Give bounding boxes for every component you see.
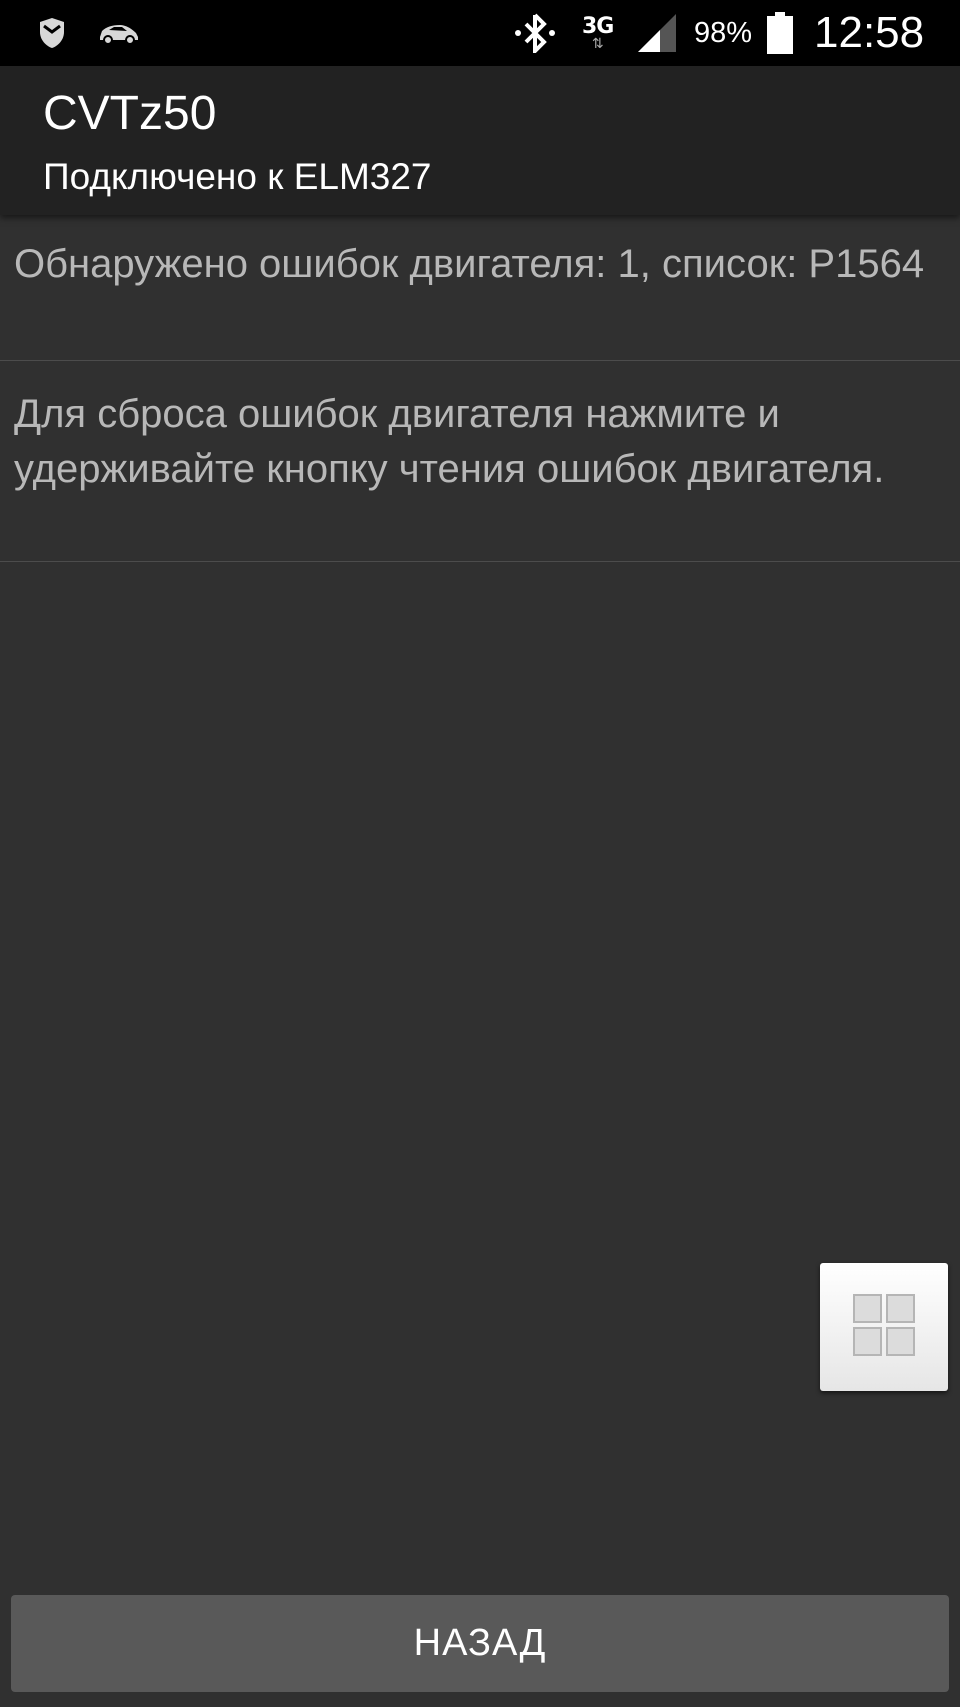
grid-menu-button[interactable] [820,1263,948,1391]
message-list: Обнаружено ошибок двигателя: 1, список: … [0,215,960,562]
battery-icon [766,0,794,66]
network-type-indicator: 3G ⇅ [582,0,614,66]
signal-icon [636,0,678,66]
network-type-label: 3G [582,13,614,39]
list-item-reset-hint[interactable]: Для сброса ошибок двигателя нажмите и уд… [0,361,960,562]
action-bar: CVTz50 Подключено к ELM327 [0,66,960,215]
grid-icon [852,1293,916,1361]
status-bar: 3G ⇅ 98% 12:58 [0,0,960,66]
battery-percent: 98% [694,16,753,49]
app-title: CVTz50 [43,87,217,140]
connection-status: Подключено к ELM327 [43,156,432,197]
back-button[interactable]: НАЗАД [11,1595,949,1692]
bluetooth-icon [512,0,558,66]
shield-icon [38,0,66,66]
clock: 12:58 [814,8,925,57]
list-item-error-count[interactable]: Обнаружено ошибок двигателя: 1, список: … [0,215,960,361]
data-activity-icon: ⇅ [591,35,604,52]
screen: 3G ⇅ 98% 12:58 CVTz50 Подключено к ELM32… [0,0,960,1707]
car-icon [96,0,140,66]
